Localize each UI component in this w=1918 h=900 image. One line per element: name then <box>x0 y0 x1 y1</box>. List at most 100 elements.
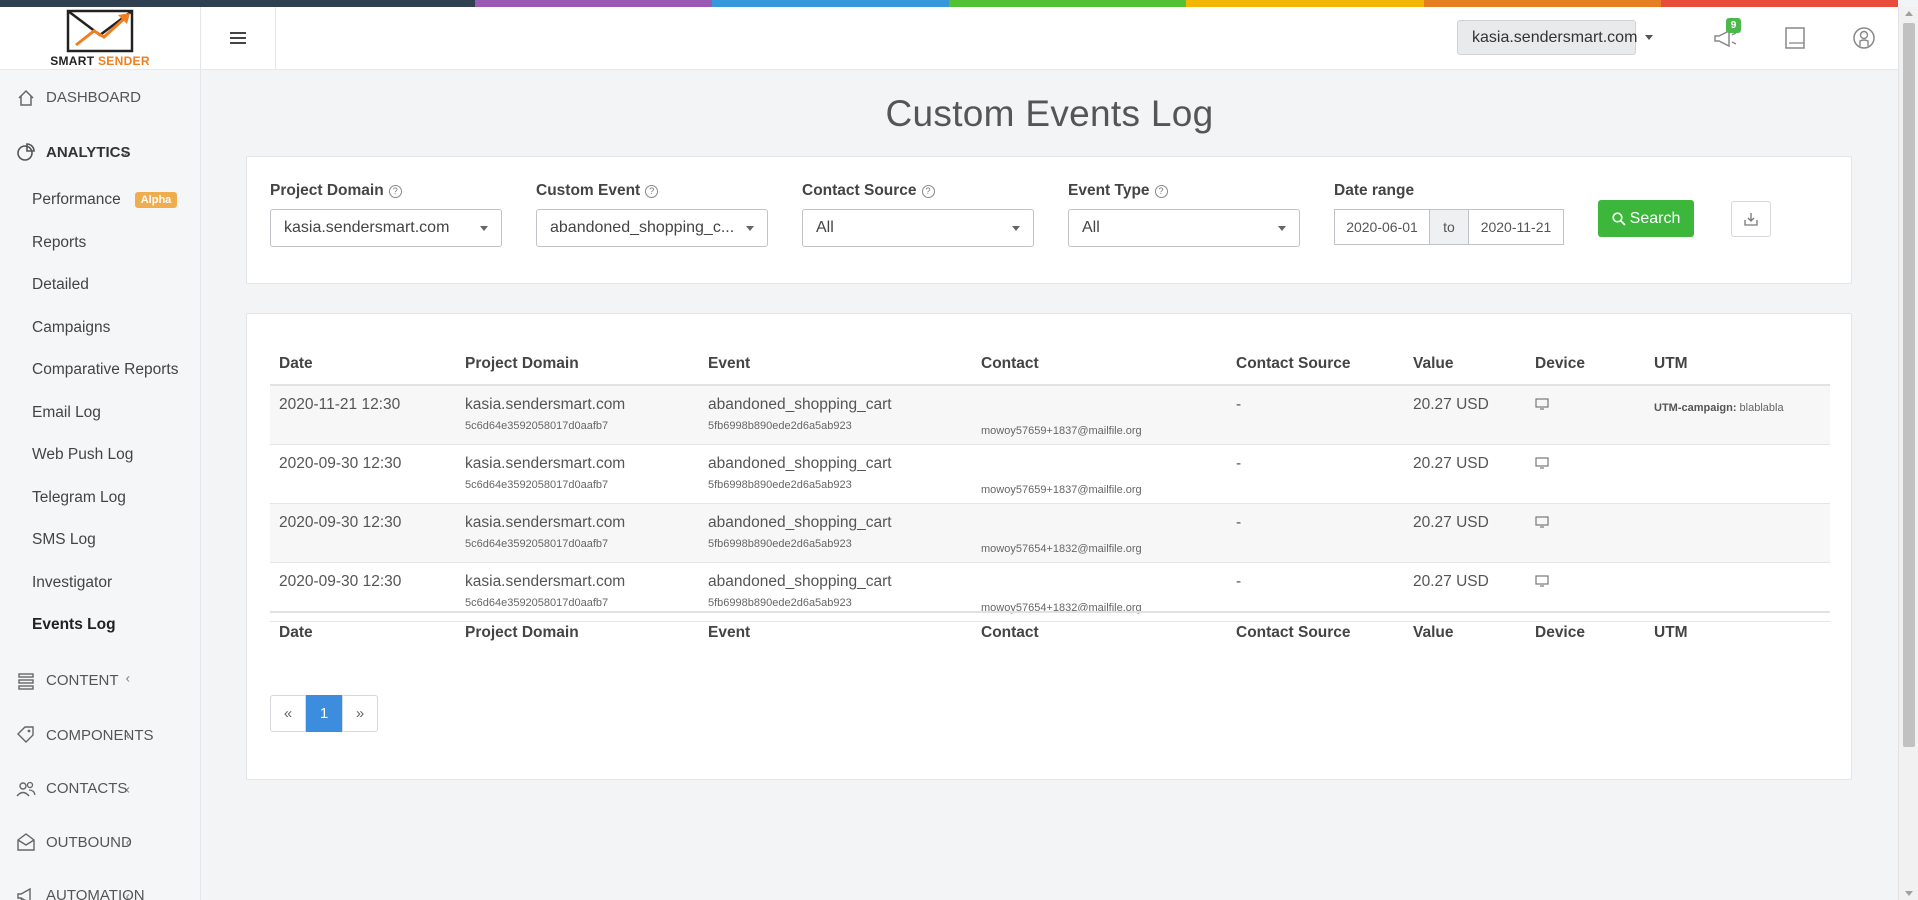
chart-pie-icon <box>17 143 35 161</box>
top-color-strip <box>0 0 1898 7</box>
pagination: « 1 » <box>270 695 378 732</box>
search-button[interactable]: Search <box>1598 200 1694 237</box>
events-table-card: Date Project Domain Event Contact Contact So… <box>246 313 1852 780</box>
cell-event: abandoned_shopping_cart 5fb6998b890ede2d6… <box>708 514 892 550</box>
chevron-left-icon: ‹ <box>125 888 130 900</box>
help-icon[interactable]: ? <box>921 184 935 198</box>
column-header-project-domain[interactable]: Project Domain <box>465 613 579 653</box>
cell-contact-source: - <box>1236 514 1242 531</box>
nav-automation[interactable]: AUTOMATION ‹ <box>0 869 200 900</box>
sidebar-item-sms-log[interactable]: SMS Log <box>0 519 200 562</box>
filter-contact-source: Contact Source? All <box>802 181 1034 247</box>
column-header-contact-source[interactable]: Contact Source <box>1236 613 1351 653</box>
sidebar-item-campaigns[interactable]: Campaigns <box>0 307 200 350</box>
sidebar-item-email-log[interactable]: Email Log <box>0 392 200 435</box>
sidebar-item-web-push-log[interactable]: Web Push Log <box>0 434 200 477</box>
nav-analytics[interactable]: ANALYTICS ⌄ <box>0 125 200 179</box>
scroll-up-icon[interactable] <box>1905 11 1913 16</box>
column-header-contact[interactable]: Contact <box>981 344 1039 384</box>
hamburger-menu-button[interactable] <box>201 7 276 69</box>
help-icon[interactable]: ? <box>388 184 402 198</box>
user-profile-button[interactable] <box>1850 24 1878 52</box>
cell-contact[interactable]: mowoy57654+1832@mailfile.org <box>981 543 1142 555</box>
domain-selector[interactable]: kasia.sendersmart.com <box>1457 20 1654 55</box>
desktop-device-icon <box>1535 457 1549 469</box>
cell-date: 2020-09-30 12:30 <box>279 514 402 531</box>
date-from-input[interactable]: 2020-06-01 <box>1334 209 1430 245</box>
page-1-button[interactable]: 1 <box>306 695 342 732</box>
column-header-date[interactable]: Date <box>279 613 313 653</box>
contact-source-select[interactable]: All <box>802 209 1034 247</box>
book-icon <box>1785 27 1805 49</box>
topbar: kasia.sendersmart.com 9 <box>201 7 1898 70</box>
vertical-scrollbar[interactable] <box>1898 7 1918 900</box>
sidebar-item-events-log[interactable]: Events Log <box>0 604 200 647</box>
color-strip-segment <box>237 0 475 7</box>
cell-project-domain: kasia.sendersmart.com 5c6d64e3592058017d0… <box>465 455 626 491</box>
column-header-event[interactable]: Event <box>708 613 750 653</box>
column-header-contact[interactable]: Contact <box>981 613 1039 653</box>
prev-page-button[interactable]: « <box>270 695 306 732</box>
help-icon[interactable]: ? <box>1154 184 1168 198</box>
column-header-utm[interactable]: UTM <box>1654 613 1688 653</box>
nav-components[interactable]: COMPONENTS ‹ <box>0 709 200 763</box>
chevron-down-icon: ⌄ <box>119 144 130 159</box>
list-icon <box>18 672 34 690</box>
cell-date: 2020-11-21 12:30 <box>279 396 401 413</box>
column-header-utm[interactable]: UTM <box>1654 344 1688 384</box>
logo[interactable]: SMART SENDER <box>0 7 200 70</box>
project-domain-select[interactable]: kasia.sendersmart.com <box>270 209 502 247</box>
nav-contacts[interactable]: CONTACTS ‹ <box>0 762 200 816</box>
column-header-device[interactable]: Device <box>1535 344 1585 384</box>
table-row[interactable]: 2020-09-30 12:30 kasia.sendersmart.com 5c6… <box>270 445 1830 504</box>
envelope-logo-icon <box>66 9 134 52</box>
sidebar-item-detailed[interactable]: Detailed <box>0 264 200 307</box>
column-header-date[interactable]: Date <box>279 344 313 384</box>
nav-content[interactable]: CONTENT ‹ <box>0 647 200 709</box>
sidebar-item-performance[interactable]: Performance Alpha <box>0 179 200 222</box>
sidebar-item-reports[interactable]: Reports <box>0 222 200 265</box>
cell-contact[interactable]: mowoy57659+1837@mailfile.org <box>981 484 1142 496</box>
table-row[interactable]: 2020-11-21 12:30 kasia.sendersmart.com 5c6… <box>270 386 1830 445</box>
column-header-contact-source[interactable]: Contact Source <box>1236 344 1351 384</box>
filter-date-range: Date range 2020-06-01 to 2020-11-21 <box>1334 181 1564 245</box>
envelope-open-icon <box>17 833 35 851</box>
event-id: 5fb6998b890ede2d6a5ab923 <box>708 538 852 550</box>
column-header-project-domain[interactable]: Project Domain <box>465 344 579 384</box>
table-footer: Date Project Domain Event Contact Contact So… <box>270 611 1830 653</box>
sidebar-bottom-menu: CONTENT ‹ COMPONENTS ‹ CONTACTS ‹ OUTBOUND ‹ AUT… <box>0 647 200 900</box>
sidebar-item-telegram-log[interactable]: Telegram Log <box>0 477 200 520</box>
date-to-input[interactable]: 2020-11-21 <box>1468 209 1564 245</box>
domain-id: 5c6d64e3592058017d0aafb7 <box>465 538 609 550</box>
filter-panel: Project Domain? kasia.sendersmart.com Cu… <box>246 156 1852 284</box>
table-row[interactable]: 2020-09-30 12:30 kasia.sendersmart.com 5c6… <box>270 504 1830 563</box>
scrollbar-thumb[interactable] <box>1903 23 1915 747</box>
scroll-down-icon[interactable] <box>1905 891 1913 896</box>
column-header-value[interactable]: Value <box>1413 613 1454 653</box>
next-page-button[interactable]: » <box>342 695 378 732</box>
sidebar-item-comparative-reports[interactable]: Comparative Reports <box>0 349 200 392</box>
cell-date: 2020-09-30 12:30 <box>279 455 402 472</box>
cell-contact-source: - <box>1236 573 1242 590</box>
sidebar-item-investigator[interactable]: Investigator <box>0 562 200 605</box>
color-strip-segment <box>0 0 238 7</box>
cell-contact-source: - <box>1236 455 1242 472</box>
help-icon[interactable]: ? <box>645 184 659 198</box>
cell-contact[interactable]: mowoy57659+1837@mailfile.org <box>981 425 1142 437</box>
column-header-device[interactable]: Device <box>1535 613 1585 653</box>
nav-outbound[interactable]: OUTBOUND ‹ <box>0 816 200 870</box>
nav-dashboard[interactable]: DASHBOARD <box>0 70 200 125</box>
cell-utm: UTM-campaign: blablabla <box>1654 402 1784 414</box>
column-header-value[interactable]: Value <box>1413 344 1454 384</box>
event-type-select[interactable]: All <box>1068 209 1300 247</box>
notifications-button[interactable]: 9 <box>1711 18 1741 52</box>
search-icon <box>1612 211 1626 226</box>
filter-custom-event: Custom Event? abandoned_shopping_c... <box>536 181 768 247</box>
sidebar: SMART SENDER DASHBOARD ANALYTICS ⌄ Perfo… <box>0 7 201 900</box>
custom-event-select[interactable]: abandoned_shopping_c... <box>536 209 768 247</box>
column-header-event[interactable]: Event <box>708 344 750 384</box>
desktop-device-icon <box>1535 575 1549 587</box>
export-button[interactable] <box>1731 201 1771 237</box>
event-id: 5fb6998b890ede2d6a5ab923 <box>708 420 852 432</box>
guide-button[interactable] <box>1781 24 1809 52</box>
